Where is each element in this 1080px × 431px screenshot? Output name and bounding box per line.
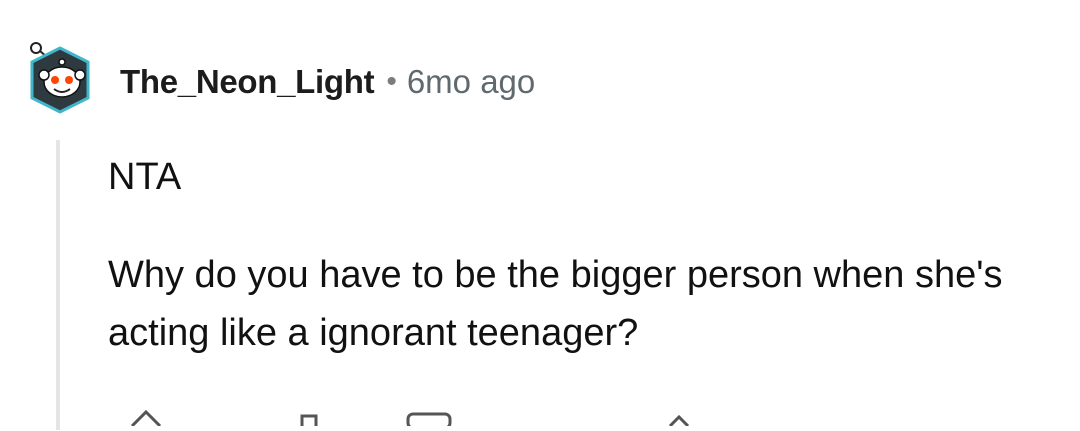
upvote-icon[interactable] <box>126 406 166 428</box>
separator-dot: • <box>386 65 397 98</box>
comment: The_Neon_Light • 6mo ago NTA Why do you … <box>0 0 1080 430</box>
thread-collapse-line[interactable] <box>56 140 60 430</box>
timestamp: 6mo ago <box>406 63 536 100</box>
comment-actions <box>108 406 808 430</box>
comment-paragraph: NTA <box>108 156 182 198</box>
award-icon[interactable] <box>664 406 694 428</box>
username-link[interactable]: The_Neon_Light <box>120 63 375 101</box>
reply-icon[interactable] <box>406 406 452 430</box>
downvote-icon[interactable] <box>294 406 324 426</box>
comment-body: NTA Why do you have to be the bigger per… <box>108 148 1058 362</box>
user-avatar-icon[interactable] <box>22 42 98 118</box>
comment-header: The_Neon_Light • 6mo ago <box>120 58 535 106</box>
comment-paragraph: Why do you have to be the bigger person … <box>108 254 1003 354</box>
